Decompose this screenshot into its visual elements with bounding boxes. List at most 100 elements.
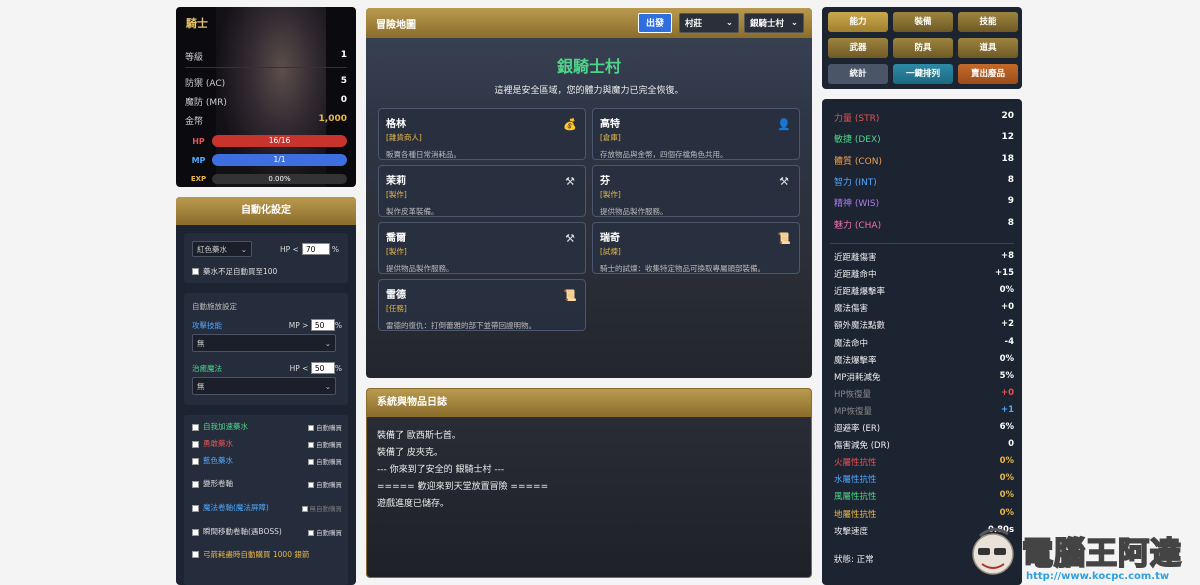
- auto-item-label: 魔法卷軸(魔法屏障): [203, 503, 269, 512]
- potion-select[interactable]: 紅色藥水 ⌄: [192, 241, 252, 257]
- auto-buy-checkbox[interactable]: [308, 441, 314, 448]
- hp-threshold-label: HP <: [280, 244, 299, 254]
- secondary-stat-label: 風屬性抗性: [834, 492, 877, 503]
- stat-row-level: 等級 1: [185, 50, 347, 63]
- auto-buy-potion-label: 藥水不足自動買至100: [203, 267, 278, 276]
- arrow-auto-buy-checkbox[interactable]: [192, 551, 199, 558]
- secondary-stat-label: 近距離傷害: [834, 253, 877, 263]
- scroll-icon: 📜: [563, 289, 577, 302]
- npc-name: 高特: [600, 119, 620, 130]
- npc-description: 製作皮革裝備。: [386, 207, 439, 216]
- npc-card[interactable]: 喬爾 [製作] 提供物品製作服務。 ⚒: [378, 222, 586, 274]
- npc-card[interactable]: 芬 [製作] 提供物品製作服務。 ⚒: [592, 165, 800, 217]
- tab-button[interactable]: 技能: [958, 12, 1018, 32]
- tab-button[interactable]: 能力: [828, 12, 888, 32]
- region-select[interactable]: 村莊 ⌄: [679, 13, 739, 33]
- auto-buy-label: 自動購買: [316, 423, 342, 432]
- auto-item-row[interactable]: 自我加速藥水 自動購買: [192, 421, 342, 432]
- attribute-value: 18: [1001, 153, 1014, 164]
- npc-card[interactable]: 雷德 [任務] 雷德的復仇：打倒蕾雅的部下並帶回證明物。 📜: [378, 279, 586, 331]
- arrow-auto-buy-row[interactable]: 弓箭耗盡時自動購買 1000 銀箭: [192, 549, 309, 560]
- secondary-stat-row: 魔法命中 -4: [834, 337, 1014, 349]
- attack-skill-select[interactable]: 無 ⌄: [192, 334, 336, 352]
- tab-button[interactable]: 武器: [828, 38, 888, 58]
- auto-item-row[interactable]: 變形卷軸 自動購買: [192, 478, 342, 489]
- auto-buy-label: 自動購買: [316, 480, 342, 489]
- auto-use-checkbox[interactable]: [192, 440, 199, 448]
- npc-card[interactable]: 茉莉 [製作] 製作皮革裝備。 ⚒: [378, 165, 586, 217]
- tab-button[interactable]: 裝備: [893, 12, 953, 32]
- secondary-stat-label: HP恢復量: [834, 389, 872, 400]
- auto-buy-label: 自動購買: [316, 457, 342, 466]
- auto-buy-toggle[interactable]: 無自動購買: [301, 503, 342, 513]
- auto-item-left: 魔法卷軸(魔法屏障): [192, 502, 269, 513]
- auto-buy-toggle[interactable]: 自動購買: [308, 439, 342, 449]
- attribute-value: 9: [1007, 196, 1014, 207]
- hp-threshold-input[interactable]: 70: [301, 243, 330, 255]
- attribute-row: 敏捷 (DEX) 12: [834, 132, 1014, 145]
- auto-buy-checkbox[interactable]: [308, 481, 314, 488]
- auto-buy-checkbox[interactable]: [301, 505, 308, 512]
- auto-cast-settings: 自動施放設定 攻擊技能 MP > 50% 無 ⌄ 治癒魔法 HP < 50% 無 ⌄: [184, 293, 348, 405]
- depart-button[interactable]: 出發: [638, 13, 672, 33]
- secondary-stat-row: 風屬性抗性 0%: [834, 490, 1014, 502]
- auto-use-checkbox[interactable]: [192, 528, 199, 536]
- auto-buy-toggle[interactable]: 自動購買: [308, 479, 342, 489]
- npc-name: 雷德: [386, 290, 406, 301]
- tab-button[interactable]: 統計: [828, 64, 888, 84]
- heal-magic-select[interactable]: 無 ⌄: [192, 377, 336, 395]
- npc-description: 販賣各種日常消耗品。: [386, 150, 461, 159]
- auto-buy-toggle[interactable]: 自動購買: [308, 527, 342, 537]
- auto-use-checkbox[interactable]: [192, 480, 199, 488]
- divider: [830, 243, 1014, 244]
- tab-button[interactable]: 防具: [893, 38, 953, 58]
- secondary-stat-value: 0%: [999, 490, 1014, 501]
- secondary-stat-label: 火屬性抗性: [834, 458, 877, 469]
- secondary-stat-value: 6%: [999, 422, 1014, 432]
- attribute-label: 體質 (CON): [834, 156, 882, 167]
- auto-item-row[interactable]: 藍色藥水 自動購買: [192, 455, 342, 466]
- heal-hp-input[interactable]: 50: [310, 362, 335, 374]
- chevron-down-icon: ⌄: [324, 338, 331, 348]
- npc-description: 提供物品製作服務。: [600, 207, 668, 216]
- tab-button[interactable]: 道具: [958, 38, 1018, 58]
- auto-buy-checkbox[interactable]: [308, 529, 314, 536]
- auto-use-checkbox[interactable]: [192, 423, 199, 431]
- auto-item-row[interactable]: 魔法卷軸(魔法屏障) 無自動購買: [192, 502, 342, 513]
- auto-buy-checkbox[interactable]: [308, 424, 314, 431]
- divider: [185, 67, 347, 68]
- watermark: 電腦王阿達 http://www.kocpc.com.tw: [968, 518, 1200, 585]
- crossed-hammers-icon: ⚒: [565, 175, 575, 188]
- npc-card[interactable]: 高特 [倉庫] 存放物品與金幣，四個存檔角色共用。 👤: [592, 108, 800, 160]
- character-name: 騎士: [186, 17, 208, 30]
- npc-card[interactable]: 格林 [雜貨商人] 販賣各種日常消耗品。 💰: [378, 108, 586, 160]
- attribute-label: 精神 (WIS): [834, 199, 880, 210]
- attack-mp-input[interactable]: 50: [310, 319, 335, 331]
- secondary-stat-value: 0%: [999, 456, 1014, 467]
- secondary-stat-value: 5%: [999, 370, 1014, 381]
- auto-buy-toggle[interactable]: 自動購買: [308, 456, 342, 466]
- secondary-stat-row: 火屬性抗性 0%: [834, 456, 1014, 468]
- auto-item-row[interactable]: 瞬間移動卷軸(遇BOSS) 自動購買: [192, 526, 342, 537]
- secondary-stat-value: +2: [1000, 319, 1014, 330]
- auto-buy-checkbox[interactable]: [308, 458, 314, 465]
- auto-buy-potion-row[interactable]: 藥水不足自動買至100: [192, 266, 277, 277]
- npc-name: 瑞奇: [600, 233, 620, 244]
- auto-use-checkbox[interactable]: [192, 504, 199, 512]
- secondary-stat-row: 傷害減免 (DR) 0: [834, 439, 1014, 451]
- npc-card[interactable]: 瑞奇 [試煉] 騎士的試煉：收集特定物品可換取專屬頭部裝備。 📜: [592, 222, 800, 274]
- tab-button[interactable]: 一鍵排列: [893, 64, 953, 84]
- tab-button[interactable]: 賣出廢品: [958, 64, 1018, 84]
- auto-buy-toggle[interactable]: 自動購買: [308, 422, 342, 432]
- auto-item-left: 變形卷軸: [192, 478, 233, 489]
- map-title: 冒險地圖: [376, 19, 416, 31]
- auto-buy-potion-checkbox[interactable]: [192, 268, 199, 275]
- auto-use-checkbox[interactable]: [192, 457, 199, 465]
- npc-description: 騎士的試煉：收集特定物品可換取專屬頭部裝備。: [600, 264, 765, 273]
- auto-item-row[interactable]: 勇敢藥水 自動購買: [192, 438, 342, 449]
- chevron-down-icon: ⌄: [790, 18, 798, 28]
- secondary-stat-label: 額外魔法點數: [834, 321, 886, 332]
- secondary-stat-value: 0%: [999, 285, 1014, 296]
- town-select[interactable]: 銀騎士村 ⌄: [744, 13, 804, 33]
- attribute-value: 12: [1001, 132, 1014, 143]
